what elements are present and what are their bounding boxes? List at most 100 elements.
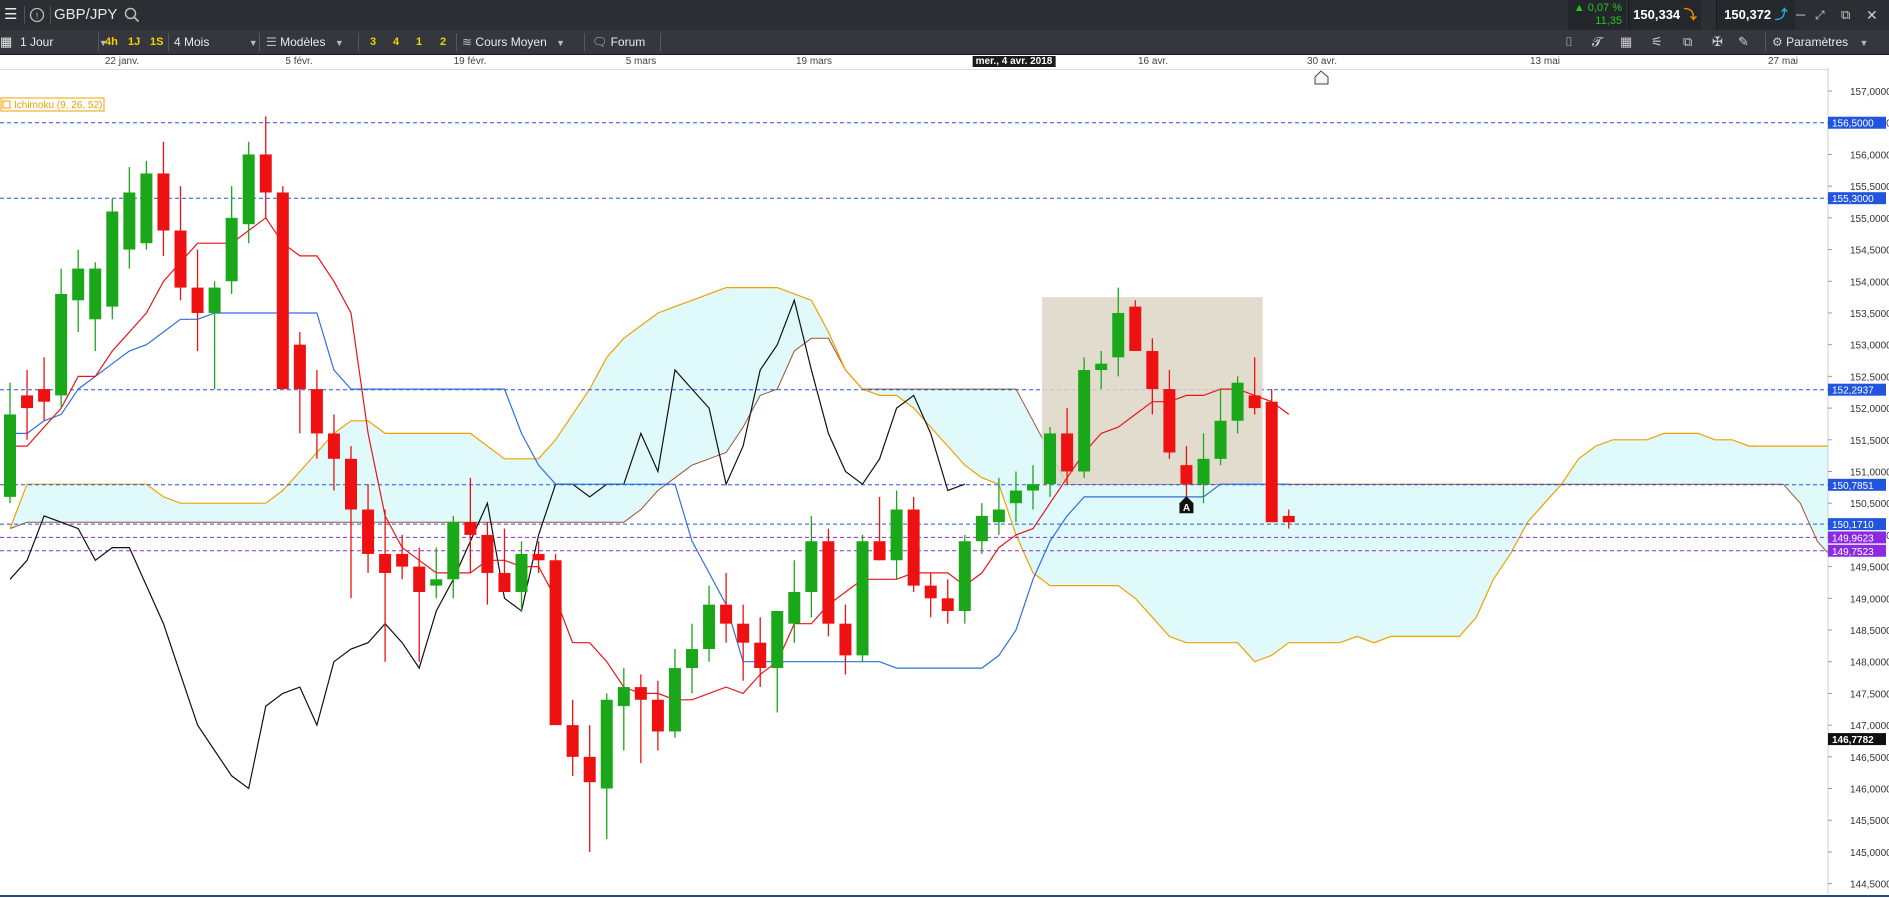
candle-body bbox=[907, 509, 920, 586]
tick-label: 154,5000 bbox=[1850, 246, 1889, 257]
candle-body bbox=[481, 534, 494, 573]
tick-label: 149,0000 bbox=[1850, 594, 1889, 605]
candle-body bbox=[1231, 382, 1244, 421]
candle-body bbox=[345, 458, 357, 510]
tick-label: 149,5000 bbox=[1850, 563, 1889, 574]
candle-body bbox=[310, 389, 323, 434]
tick-label: 146,5000 bbox=[1850, 753, 1889, 764]
candle-body bbox=[276, 192, 289, 390]
candle-body bbox=[822, 541, 835, 624]
level-label: 149,7523 bbox=[1832, 547, 1874, 558]
candle-body bbox=[549, 560, 562, 726]
candle-body bbox=[1282, 515, 1295, 523]
candle-body bbox=[958, 541, 971, 611]
candle-body bbox=[515, 553, 528, 592]
price-chart[interactable]: 156,5000 155,3000 152,2937 150,7851 150,1710… bbox=[0, 0, 1889, 898]
candle-body bbox=[413, 566, 426, 592]
tick-label: 148,0000 bbox=[1850, 658, 1889, 669]
candle-body bbox=[1214, 420, 1227, 459]
candle-body bbox=[55, 293, 68, 396]
candle-body bbox=[38, 389, 51, 402]
candle-body bbox=[1163, 389, 1176, 453]
current-price-label: 146,7782 bbox=[1832, 735, 1874, 746]
tick-label: 145,0000 bbox=[1850, 848, 1889, 859]
level-label: 156,5000 bbox=[1832, 119, 1874, 130]
level-label: 155,3000 bbox=[1832, 194, 1874, 205]
candle-body bbox=[72, 268, 85, 301]
tick-label: 151,0000 bbox=[1850, 467, 1889, 478]
candle-body bbox=[1197, 458, 1210, 485]
tick-label: 156,0000 bbox=[1850, 150, 1889, 161]
candle-body bbox=[720, 604, 733, 624]
candle-body bbox=[1265, 401, 1278, 523]
candle-body bbox=[106, 211, 119, 307]
candle-body bbox=[873, 541, 886, 561]
candle-body bbox=[1146, 351, 1159, 390]
tick-label: 155,0000 bbox=[1850, 214, 1889, 225]
candle-body bbox=[447, 522, 460, 580]
alert-marker-label: A bbox=[1183, 503, 1190, 514]
tick-label: 153,0000 bbox=[1850, 341, 1889, 352]
candle-body bbox=[191, 287, 204, 313]
candle-body bbox=[21, 395, 34, 409]
candle-body bbox=[1129, 306, 1142, 352]
candle-body bbox=[259, 154, 272, 193]
candle-body bbox=[1095, 363, 1108, 371]
candle-body bbox=[396, 553, 409, 567]
candle-body bbox=[1248, 395, 1261, 409]
candle-body bbox=[634, 687, 647, 700]
tick-label: 150,5000 bbox=[1850, 499, 1889, 510]
candle-body bbox=[242, 154, 255, 225]
tick-label: 154,0000 bbox=[1850, 277, 1889, 288]
candle-body bbox=[140, 173, 153, 244]
tick-label: 152,5000 bbox=[1850, 372, 1889, 383]
scroll-handle-icon bbox=[1314, 70, 1329, 85]
candle-body bbox=[737, 623, 750, 643]
tick-label: 147,0000 bbox=[1850, 721, 1889, 732]
tick-label: 146,0000 bbox=[1850, 785, 1889, 796]
tick-label: 148,5000 bbox=[1850, 626, 1889, 637]
candle-body bbox=[668, 668, 681, 732]
candle-body bbox=[651, 699, 664, 732]
candle-body bbox=[617, 687, 630, 707]
candle-body bbox=[686, 649, 698, 669]
candle-body bbox=[174, 230, 187, 288]
candle-body bbox=[924, 585, 937, 599]
indicator-legend-label: Ichimoku (9, 26, 52) bbox=[14, 100, 102, 111]
candle-body bbox=[123, 192, 136, 250]
candle-body bbox=[1027, 484, 1039, 491]
candle-body bbox=[89, 268, 102, 320]
tick-label: 157,0000 bbox=[1850, 87, 1889, 98]
candle-body bbox=[464, 522, 477, 535]
tick-label: 151,5000 bbox=[1850, 436, 1889, 447]
candle-body bbox=[1044, 433, 1057, 485]
candle-body bbox=[362, 509, 375, 554]
candle-body bbox=[890, 509, 903, 561]
tick-label: 152,0000 bbox=[1850, 404, 1889, 415]
level-label: 149,9623 bbox=[1832, 533, 1874, 544]
candle-body bbox=[327, 433, 340, 459]
candle-body bbox=[975, 515, 988, 542]
price-axis: 157,0000 156,5000 156,0000 155,5000 155,0000… bbox=[1827, 68, 1889, 894]
candle-body bbox=[941, 598, 954, 611]
candle-body bbox=[379, 553, 392, 573]
candle-body bbox=[293, 344, 306, 390]
level-label: 150,1710 bbox=[1832, 520, 1874, 531]
candle-body bbox=[157, 173, 170, 231]
candle-body bbox=[498, 572, 511, 592]
candle-body bbox=[1180, 465, 1193, 485]
candle-body bbox=[771, 610, 784, 669]
tick-label: 144,5000 bbox=[1850, 880, 1889, 891]
candle-body bbox=[856, 541, 869, 656]
candle-body bbox=[225, 217, 238, 282]
level-label: 150,7851 bbox=[1832, 481, 1874, 492]
candle-body bbox=[805, 541, 818, 592]
candle-body bbox=[430, 579, 443, 586]
candle-body bbox=[532, 553, 545, 561]
candle-body bbox=[1078, 370, 1091, 472]
tick-label: 155,5000 bbox=[1850, 182, 1889, 193]
candle-body bbox=[1112, 312, 1125, 358]
candle-body bbox=[703, 604, 716, 650]
candle-body bbox=[4, 414, 16, 497]
tick-label: 145,5000 bbox=[1850, 816, 1889, 827]
